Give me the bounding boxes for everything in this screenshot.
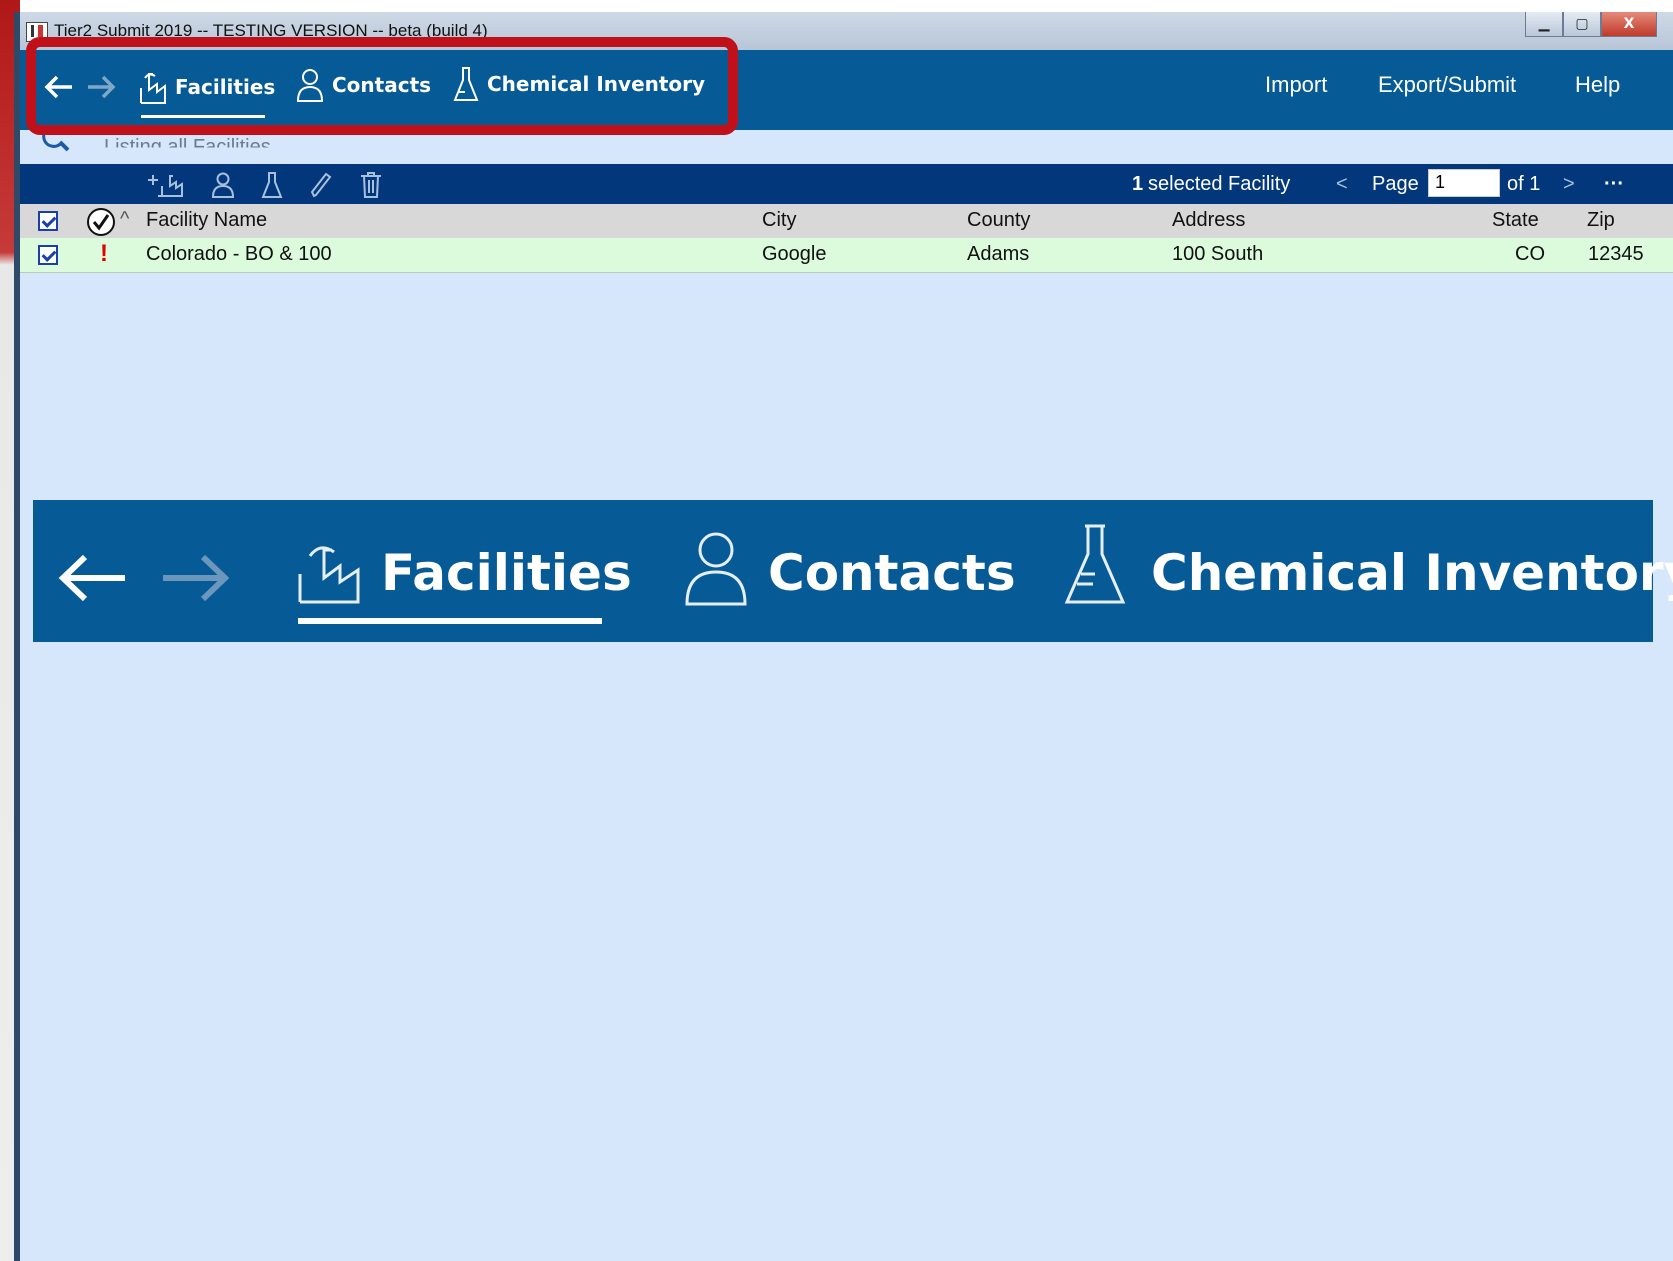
export-submit-label: Export/Submit (1378, 72, 1517, 97)
cell-address: 100 South (1172, 243, 1264, 265)
check-circle-icon[interactable] (86, 207, 116, 237)
next-page-button[interactable]: > (1563, 173, 1575, 196)
facility-toolbar: 1 selected Facility < Page 1 of 1 > ··· (20, 164, 1673, 204)
zoomed-nav-callout: Facilities Contacts Chemical Inventory (33, 500, 1673, 642)
selected-label: selected Facility (1148, 173, 1291, 195)
highlight-box (26, 37, 738, 135)
table-row[interactable]: ! Colorado - BO & 100 Google Adams 100 S… (20, 238, 1673, 273)
zoom-flask-icon (1064, 524, 1126, 604)
page-label: Page (1372, 173, 1419, 195)
column-address[interactable]: Address (1172, 209, 1245, 232)
column-zip[interactable]: Zip (1587, 209, 1615, 232)
zoom-active-underline (298, 618, 602, 624)
warning-icon: ! (100, 240, 108, 267)
add-facility-icon[interactable] (146, 172, 184, 198)
help-label: Help (1575, 72, 1621, 97)
column-state[interactable]: State (1492, 209, 1539, 232)
page-number-input[interactable]: 1 (1428, 169, 1500, 197)
maximize-button[interactable]: ▢ (1563, 12, 1601, 37)
more-options-button[interactable]: ··· (1604, 173, 1624, 196)
import-menu[interactable]: Import (1265, 72, 1327, 98)
delete-trash-icon[interactable] (360, 172, 382, 198)
cell-city: Google (762, 243, 827, 265)
table-header: ^ Facility Name City County Address Stat… (20, 204, 1673, 238)
add-contact-icon[interactable] (211, 172, 235, 198)
cell-facility-name: Colorado - BO & 100 (146, 243, 332, 265)
search-status-text: Listing all Facilities (104, 136, 271, 158)
export-submit-menu[interactable]: Export/Submit (1378, 72, 1516, 98)
row-checkbox[interactable] (38, 245, 58, 265)
selected-count: 1 (1132, 173, 1144, 195)
cell-zip: 12345 (1588, 243, 1644, 265)
minimize-button[interactable]: ▁ (1525, 12, 1563, 37)
import-label: Import (1265, 72, 1328, 97)
add-chemical-icon[interactable] (261, 172, 283, 198)
cell-county: Adams (967, 243, 1030, 265)
column-county[interactable]: County (967, 209, 1030, 232)
column-city[interactable]: City (762, 209, 796, 232)
zoom-forward-arrow-icon (163, 554, 230, 602)
prev-page-button[interactable]: < (1336, 173, 1348, 196)
close-button[interactable]: X (1601, 12, 1657, 37)
zoom-chemical-inventory-label: Chemical Inventory (1151, 544, 1673, 602)
zoom-back-arrow-icon (58, 554, 125, 602)
sort-ascending-icon[interactable]: ^ (120, 208, 129, 231)
column-facility-name[interactable]: Facility Name (146, 209, 267, 232)
edit-pencil-icon[interactable] (310, 172, 332, 198)
zoom-facilities-label: Facilities (381, 544, 632, 602)
zoom-factory-icon (298, 546, 360, 604)
help-menu[interactable]: Help (1575, 72, 1620, 98)
zoom-person-icon (685, 532, 747, 606)
zoom-contacts-label: Contacts (768, 544, 1016, 602)
select-all-checkbox[interactable] (38, 211, 58, 231)
cell-state: CO (1515, 243, 1545, 265)
window-controls: ▁ ▢ X (1525, 12, 1657, 37)
page-total-label: of 1 (1507, 173, 1541, 195)
search-icon[interactable] (36, 134, 70, 152)
search-row: Listing all Facilities (20, 130, 1673, 164)
